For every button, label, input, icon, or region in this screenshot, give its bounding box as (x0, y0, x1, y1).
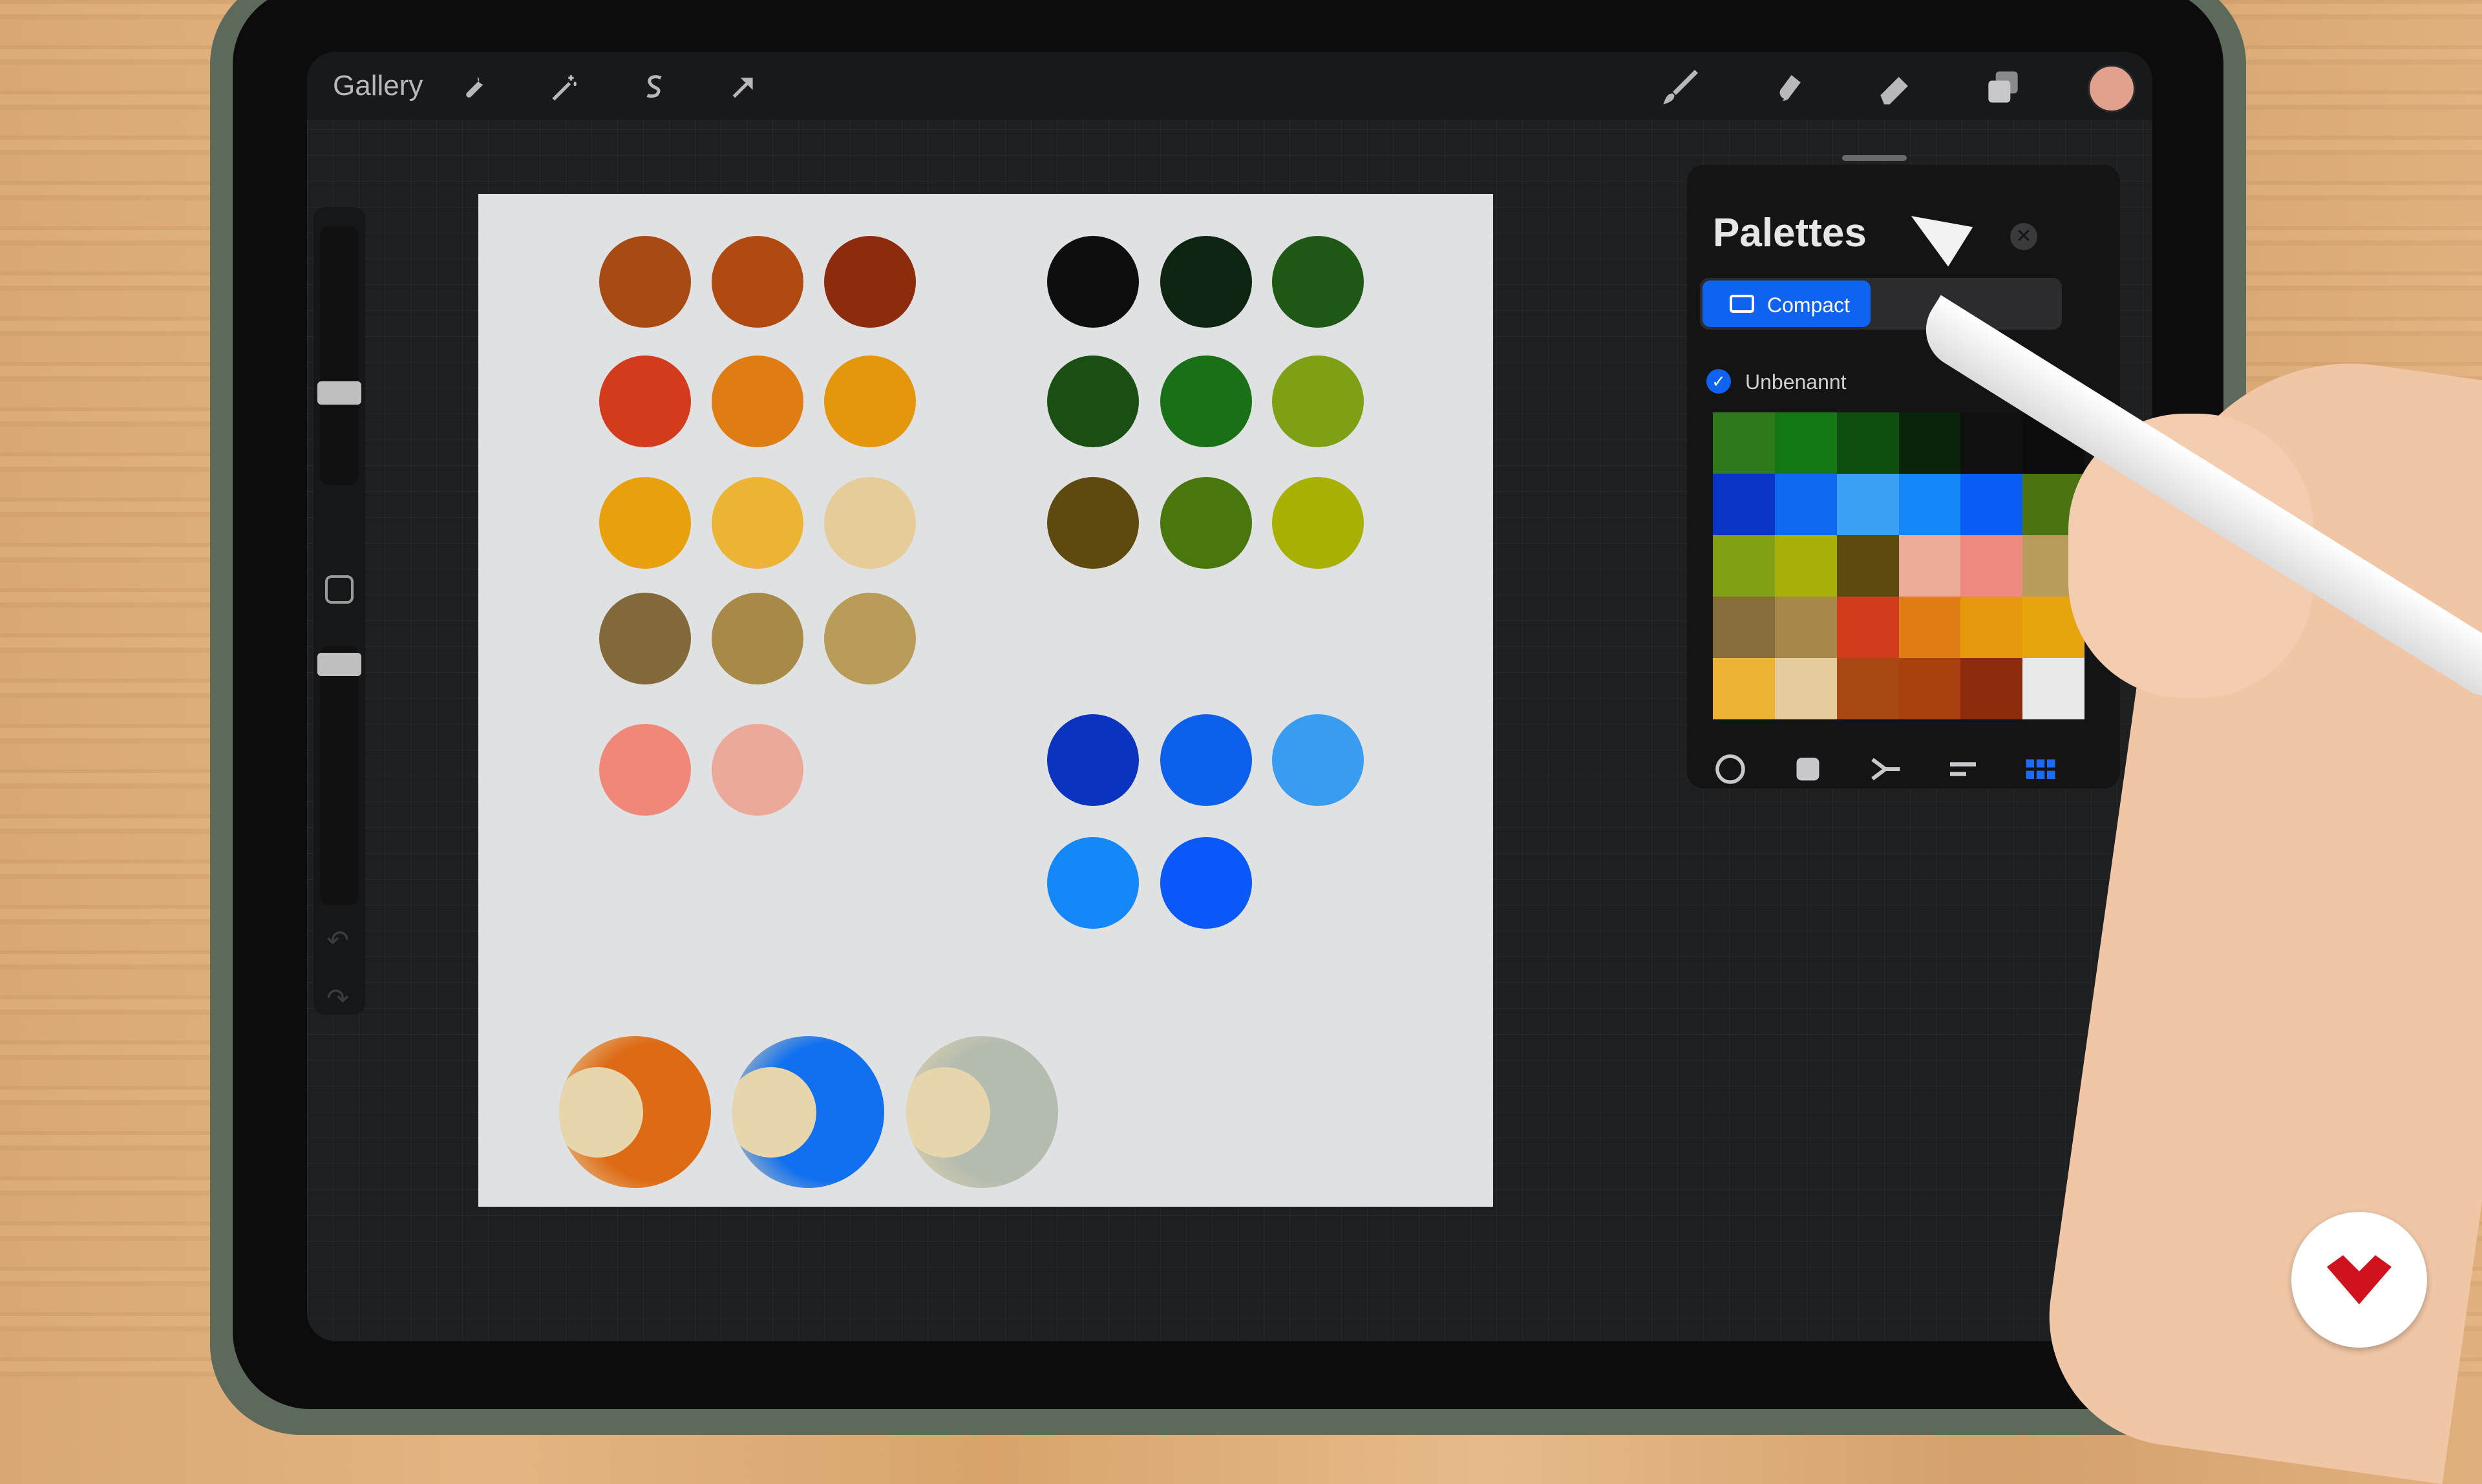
palette-swatch[interactable] (1774, 535, 1837, 597)
palette-swatch[interactable] (1713, 597, 1775, 658)
harmony-icon[interactable] (1866, 750, 1905, 789)
palette-swatch[interactable] (1836, 535, 1899, 597)
brand-logo-badge (2291, 1212, 2427, 1348)
wrench-icon[interactable] (459, 71, 491, 103)
brush-icon[interactable] (1658, 66, 1702, 110)
palette-swatch[interactable] (1836, 474, 1899, 535)
palette-swatch[interactable] (1774, 658, 1837, 719)
warm-color-dot (599, 593, 691, 684)
panel-grip[interactable] (1842, 155, 1907, 161)
palette-swatch[interactable] (1960, 412, 2023, 474)
palette-swatch[interactable] (1960, 597, 2023, 658)
disc-icon[interactable] (1711, 750, 1750, 789)
smudge-icon[interactable] (1766, 66, 1810, 110)
blend-highlight (732, 1067, 816, 1158)
warm-color-dot (712, 355, 803, 447)
compact-icon (1730, 295, 1754, 313)
close-icon[interactable]: ✕ (2010, 223, 2037, 250)
green-color-dot (1047, 236, 1139, 328)
modify-button[interactable] (325, 575, 354, 604)
selection-icon[interactable] (638, 71, 670, 103)
view-segmented-control: Compact (1700, 278, 2062, 330)
blend-test-circle (732, 1036, 884, 1188)
blend-highlight (906, 1067, 990, 1158)
warm-color-dot (824, 593, 916, 684)
palette-swatch[interactable] (1898, 412, 1961, 474)
opacity-slider[interactable] (320, 646, 359, 905)
current-color-button[interactable] (2088, 65, 2136, 112)
brush-size-knob[interactable] (317, 381, 361, 405)
compact-label: Compact (1767, 293, 1851, 317)
layers-icon[interactable] (1981, 66, 2025, 110)
palette-swatch[interactable] (1960, 535, 2023, 597)
default-check-icon[interactable]: ✓ (1706, 369, 1731, 394)
blend-test-circle (906, 1036, 1058, 1188)
palette-swatch[interactable] (1836, 658, 1899, 719)
blue-color-dot (1047, 714, 1139, 806)
warm-color-dot (712, 477, 803, 569)
drawing-canvas[interactable] (478, 194, 1493, 1207)
left-sidebar: ↶ ↷ (313, 207, 365, 1015)
blue-color-dot (1047, 837, 1139, 929)
redo-icon[interactable]: ↷ (326, 982, 349, 1014)
warm-color-dot (712, 236, 803, 328)
compact-view-button[interactable]: Compact (1702, 281, 1871, 327)
green-color-dot (1160, 355, 1252, 447)
green-color-dot (1272, 355, 1364, 447)
palette-swatch[interactable] (1774, 412, 1837, 474)
palette-swatch[interactable] (1713, 535, 1775, 597)
gallery-button[interactable]: Gallery (333, 70, 423, 102)
blend-test-circle (559, 1036, 711, 1188)
warm-color-dot (599, 724, 691, 816)
warm-color-dot (712, 593, 803, 684)
green-color-dot (1160, 477, 1252, 569)
top-toolbar: Gallery (307, 52, 2152, 120)
transform-arrow-icon[interactable] (727, 71, 759, 103)
palette-swatch[interactable] (1713, 412, 1775, 474)
blue-color-dot (1160, 714, 1252, 806)
warm-color-dot (599, 355, 691, 447)
palette-swatch[interactable] (1713, 658, 1775, 719)
palette-swatch[interactable] (1898, 658, 1961, 719)
procreate-screen: Gallery ↶ ↷ Palettes ✕ Compact ✓ Unbenan… (307, 52, 2152, 1341)
green-color-dot (1160, 236, 1252, 328)
value-icon[interactable] (1944, 750, 1982, 789)
brush-size-slider[interactable] (320, 226, 359, 485)
palette-swatch[interactable] (1836, 597, 1899, 658)
blue-color-dot (1160, 837, 1252, 929)
eraser-icon[interactable] (1873, 66, 1917, 110)
undo-icon[interactable]: ↶ (326, 924, 349, 956)
magic-wand-icon[interactable] (548, 71, 580, 103)
palettes-grid-icon[interactable] (2021, 750, 2060, 789)
panel-title: Palettes (1713, 211, 1867, 255)
warm-color-dot (824, 477, 916, 569)
green-color-dot (1047, 477, 1139, 569)
palette-swatch[interactable] (1898, 597, 1961, 658)
color-mode-bar (1687, 750, 2120, 795)
palette-swatch[interactable] (1836, 412, 1899, 474)
warm-color-dot (824, 236, 916, 328)
warm-color-dot (599, 236, 691, 328)
classic-icon[interactable] (1788, 750, 1827, 789)
opacity-knob[interactable] (317, 653, 361, 676)
palette-name[interactable]: Unbenannt (1745, 370, 1847, 394)
green-color-dot (1272, 236, 1364, 328)
green-color-dot (1047, 355, 1139, 447)
green-color-dot (1272, 477, 1364, 569)
blue-color-dot (1272, 714, 1364, 806)
warm-color-dot (824, 355, 916, 447)
palette-swatch[interactable] (2022, 658, 2084, 719)
palette-swatch[interactable] (1898, 474, 1961, 535)
palette-swatch[interactable] (1960, 658, 2023, 719)
palette-swatch[interactable] (1774, 597, 1837, 658)
palette-swatch[interactable] (1960, 474, 2023, 535)
palette-swatch-grid (1713, 412, 2084, 719)
palette-swatch[interactable] (1713, 474, 1775, 535)
blend-highlight (559, 1067, 643, 1158)
palettes-panel: Palettes ✕ Compact ✓ Unbenannt (1687, 165, 2120, 789)
warm-color-dot (712, 724, 803, 816)
warm-color-dot (599, 477, 691, 569)
palette-swatch[interactable] (1898, 535, 1961, 597)
palette-swatch[interactable] (1774, 474, 1837, 535)
